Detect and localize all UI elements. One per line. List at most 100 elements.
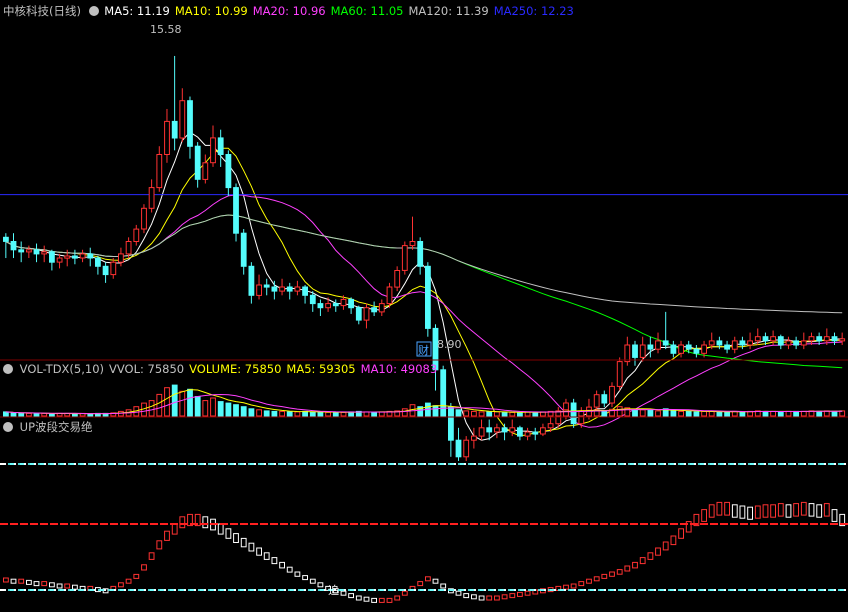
indicator-bar — [18, 578, 25, 584]
candle-body — [509, 427, 516, 433]
candle-body — [102, 265, 109, 276]
volume-bar — [800, 410, 807, 417]
candle-body — [747, 340, 754, 346]
volume-bar — [340, 411, 347, 417]
candle-body — [171, 120, 178, 139]
indicator-bar — [731, 504, 738, 518]
candle-body — [455, 439, 462, 458]
indicator-bar — [739, 505, 746, 519]
candle-body — [463, 439, 470, 458]
volume-bar — [240, 406, 247, 417]
candle-body — [409, 241, 416, 247]
volume-bar — [639, 409, 646, 417]
volume-bar — [225, 402, 232, 417]
volume-label-2: VOLUME: 75850 — [189, 362, 282, 376]
candle-body — [639, 344, 646, 358]
candle-body — [678, 344, 685, 354]
indicator-bar — [754, 505, 761, 519]
candle-body — [355, 307, 362, 321]
volume-bar — [210, 397, 216, 417]
price-header: 中核科技(日线) MA5: 11.19 MA10: 10.99 MA20: 10.9… — [3, 3, 579, 19]
candle-body — [808, 336, 815, 342]
indicator-bar — [578, 581, 585, 587]
volume-bar — [248, 408, 255, 417]
volume-bar — [793, 410, 800, 417]
volume-bar — [263, 410, 270, 417]
indicator-bar — [225, 528, 232, 539]
ma-label-3: MA60: 11.05 — [330, 4, 404, 18]
indicator-bar — [279, 561, 286, 569]
indicator-bar — [118, 582, 124, 588]
settings-circle-icon[interactable] — [88, 6, 99, 16]
indicator-bar — [72, 584, 78, 590]
settings-circle-icon[interactable] — [3, 364, 13, 374]
volume-bar — [616, 406, 623, 417]
indicator-bar — [823, 503, 830, 517]
candle-body — [378, 303, 385, 313]
indicator-bar — [33, 581, 40, 587]
volume-bar — [33, 412, 40, 417]
candle-body — [670, 344, 677, 354]
candle-body — [816, 336, 823, 342]
volume-bar — [693, 411, 700, 417]
indicator-bar — [524, 590, 531, 596]
candle-body — [33, 249, 40, 255]
indicator-bar — [570, 583, 577, 589]
volume-bar — [156, 393, 163, 417]
indicator-bar — [831, 509, 838, 522]
candle-body — [662, 340, 669, 346]
indicator-bar — [662, 541, 669, 551]
candle-body — [148, 187, 155, 209]
volume-bar — [440, 407, 447, 417]
volume-bar — [655, 410, 661, 417]
settings-circle-icon[interactable] — [3, 422, 13, 432]
indicator-bar — [471, 594, 477, 600]
indicator-bar — [517, 591, 523, 597]
volume-label-list: VOL-TDX(5,10) VVOL: 75850 VOLUME: 75850 MA5… — [20, 362, 443, 376]
high-price-label: 15.58 — [150, 23, 182, 36]
stock-title: 中核科技(日线) — [3, 4, 81, 18]
indicator-bar — [3, 577, 9, 583]
candle-body — [279, 286, 286, 292]
candle-body — [731, 340, 738, 350]
indicator-bar — [417, 581, 424, 587]
candle-body — [739, 340, 746, 346]
candle-body — [3, 236, 9, 242]
volume-bar — [770, 410, 777, 417]
indicator-bar — [762, 504, 769, 518]
candle-body — [754, 336, 761, 342]
indicator-bar — [294, 571, 301, 577]
indicator-bar — [747, 506, 754, 520]
candle-body — [187, 100, 193, 147]
indicator-bar — [463, 593, 470, 599]
candle-body — [601, 394, 608, 404]
candle-body — [540, 427, 546, 435]
ma-label-0: MA5: 11.19 — [104, 4, 170, 18]
indicator-bar — [632, 561, 638, 569]
indicator-bar — [670, 535, 677, 546]
volume-bar — [501, 411, 508, 417]
volume-label-4: MA10: 49083 — [360, 362, 438, 376]
candle-body — [309, 294, 316, 305]
candle-body — [517, 427, 523, 437]
candle-body — [685, 344, 692, 350]
candle-body — [777, 336, 784, 346]
fundamental-marker[interactable]: 财 — [418, 343, 429, 357]
candle-body — [317, 303, 324, 309]
indicator-bar — [49, 582, 55, 588]
indicator-bar — [708, 504, 715, 518]
indicator-bar — [701, 509, 708, 522]
candle-body — [425, 265, 431, 329]
ma-label-list: MA5: 11.19 MA10: 10.99 MA20: 10.96 MA60: 11… — [104, 4, 579, 18]
candle-body — [417, 241, 424, 267]
candle-body — [486, 427, 493, 433]
candle-body — [79, 253, 86, 259]
indicator-bar — [248, 542, 255, 552]
volume-bar — [563, 409, 569, 417]
indicator-bar — [271, 557, 278, 565]
volume-bar — [463, 410, 470, 417]
chart-background — [0, 0, 848, 612]
indicator-bar — [164, 530, 170, 541]
volume-bar — [271, 410, 278, 417]
candle-body — [49, 251, 55, 263]
